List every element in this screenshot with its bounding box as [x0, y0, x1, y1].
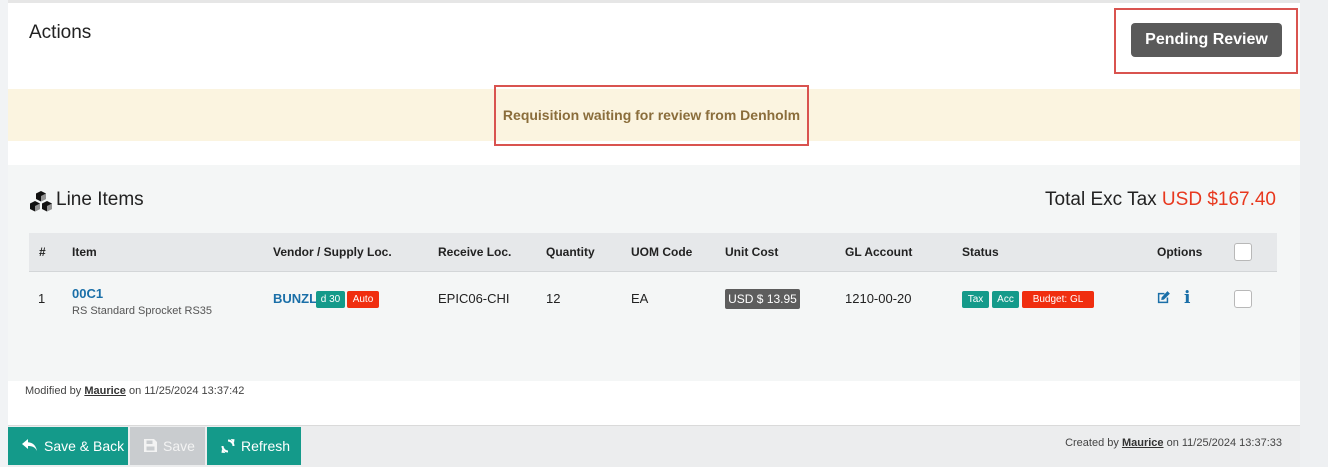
col-status: Status [962, 245, 999, 259]
refresh-label: Refresh [241, 438, 291, 454]
vendor-link[interactable]: BUNZL [273, 291, 317, 306]
status-acc-badge: Acc [992, 291, 1019, 308]
col-quantity: Quantity [546, 245, 595, 259]
total-label: Total Exc Tax [1045, 189, 1157, 210]
row-number: 1 [38, 291, 46, 306]
created-user-link[interactable]: Maurice [1122, 437, 1164, 449]
status-tax-badge: Tax [962, 291, 989, 308]
total-amount: USD $167.40 [1161, 189, 1276, 210]
line-items-heading: Line Items [56, 189, 144, 210]
item-description: RS Standard Sprocket RS35 [72, 305, 213, 317]
floppy-icon [144, 439, 157, 452]
save-and-back-button[interactable]: Save & Back [8, 427, 128, 465]
modified-prefix: Modified by [25, 385, 82, 397]
uom-value: EA [631, 291, 649, 306]
reply-icon [22, 439, 37, 451]
page-left-gutter [0, 0, 8, 467]
top-divider [8, 0, 1300, 3]
col-vendor: Vendor / Supply Loc. [273, 245, 392, 259]
select-all-checkbox[interactable] [1234, 243, 1252, 261]
modified-user-link[interactable]: Maurice [84, 385, 126, 397]
actions-heading: Actions [29, 22, 92, 43]
col-item: Item [72, 245, 97, 259]
col-options: Options [1157, 245, 1203, 259]
created-prefix: Created by [1065, 437, 1119, 449]
receive-location: EPIC06-CHI [438, 291, 510, 306]
save-label: Save [163, 438, 195, 454]
save-button[interactable]: Save [130, 427, 205, 465]
total-exc-tax: Total Exc Tax USD $167.40 [1045, 189, 1276, 211]
row-select-checkbox[interactable] [1234, 290, 1252, 308]
vendor-auto-badge: Auto [347, 291, 379, 308]
refresh-button[interactable]: Refresh [207, 427, 301, 465]
edit-icon[interactable] [1156, 290, 1171, 305]
col-unit-cost: Unit Cost [725, 245, 779, 259]
col-receive-loc: Receive Loc. [438, 245, 512, 259]
status-budget-badge: Budget: GL [1022, 291, 1094, 308]
created-timestamp: on 11/25/2024 13:37:33 [1166, 437, 1282, 449]
refresh-icon [221, 439, 235, 453]
modified-timestamp: on 11/25/2024 13:37:42 [128, 385, 245, 397]
info-icon[interactable]: i [1184, 288, 1190, 308]
page-right-gutter [1300, 0, 1328, 467]
cubes-icon [30, 191, 52, 212]
col-number: # [39, 245, 46, 259]
unit-cost-badge: USD $ 13.95 [725, 289, 800, 309]
review-notice-text: Requisition waiting for review from Denh… [502, 107, 801, 123]
line-items-table-header: # Item Vendor / Supply Loc. Receive Loc.… [29, 233, 1277, 272]
quantity-value: 12 [546, 291, 561, 306]
gl-account-value: 1210-00-20 [845, 291, 912, 306]
save-and-back-label: Save & Back [44, 438, 125, 454]
modified-by-info: Modified by Maurice on 11/25/2024 13:37:… [25, 385, 244, 397]
col-gl-account: GL Account [845, 245, 913, 259]
footer-toolbar: Save & Back Save Refresh Created by Maur… [8, 425, 1300, 467]
requisition-card: Actions Pending Review Requisition waiti… [8, 0, 1300, 425]
vendor-terms-badge: d 30 [316, 291, 345, 308]
col-uom: UOM Code [631, 245, 693, 259]
item-code-link[interactable]: 00C1 [72, 286, 103, 301]
created-by-info: Created by Maurice on 11/25/2024 13:37:3… [1065, 437, 1282, 449]
pending-review-button[interactable]: Pending Review [1131, 23, 1282, 57]
